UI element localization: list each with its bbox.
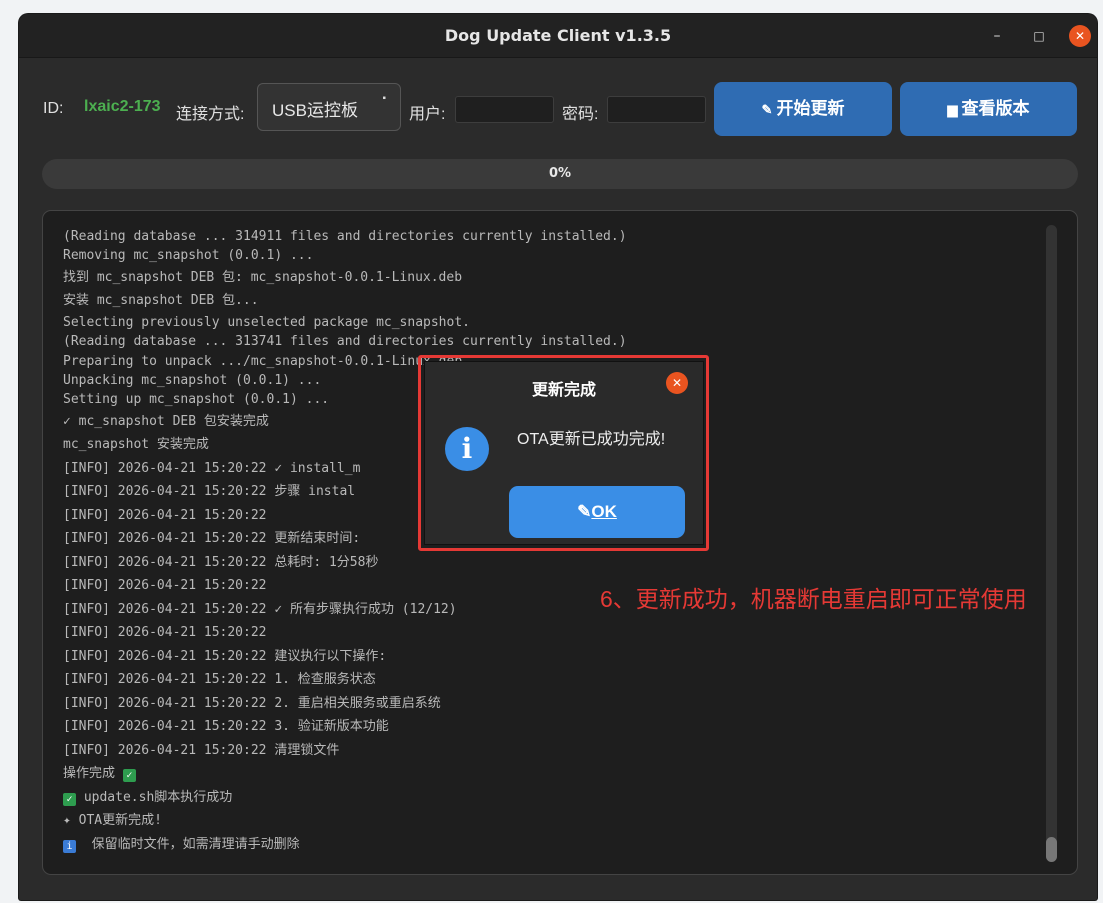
check-icon: ✓: [63, 792, 76, 806]
info-icon: i: [445, 427, 489, 471]
dialog-title: 更新完成: [531, 382, 596, 399]
progress-text: 0%: [548, 166, 572, 181]
log-line-keep-tmp: i 保留临时文件，如需清理请手动删除: [63, 833, 1043, 857]
connection-select-value: USB运控板: [272, 101, 358, 120]
minimize-button[interactable]: –: [986, 25, 1008, 47]
script-ok-text: update.sh脚本执行成功: [83, 789, 233, 805]
log-line: [INFO] 2026-04-21 15:20:22 总耗时: 1分58秒: [63, 554, 379, 570]
log-line: (Reading database ... 313741 files and d…: [63, 334, 627, 350]
log-line: (Reading database ... 314911 files and d…: [63, 229, 627, 244]
log-line: [INFO] 2026-04-21 15:20:22 1. 检查服务状态: [63, 672, 376, 688]
log-line-done: 操作完成 ✓: [63, 762, 1043, 786]
user-input[interactable]: [455, 96, 554, 123]
maximize-button[interactable]: □: [1028, 25, 1050, 47]
check-icon: ✓: [122, 769, 136, 783]
password-label: 密码:: [562, 106, 599, 123]
ok-button[interactable]: ✎OK: [509, 486, 685, 538]
connection-select[interactable]: USB运控板 ▪: [257, 83, 401, 131]
ok-icon: ✎: [577, 502, 592, 521]
ok-label: OK: [591, 502, 617, 521]
password-input[interactable]: [607, 96, 706, 123]
view-version-button[interactable]: ▆ 查看版本: [900, 82, 1077, 136]
annotation-text: 6、更新成功，机器断电重启即可正常使用: [600, 586, 1027, 612]
log-line: [INFO] 2026-04-21 15:20:22 建议执行以下操作:: [63, 648, 387, 664]
log-line: Removing mc_snapshot (0.0.1) ...: [63, 248, 314, 264]
pencil-icon: ✎: [761, 102, 773, 117]
toolbar: ID: lxaic2-173 连接方式: USB运控板 ▪ 用户: 密码: ✎ 开…: [19, 59, 1097, 155]
start-update-button[interactable]: ✎ 开始更新: [714, 82, 892, 136]
log-line: [INFO] 2026-04-21 15:20:22 清理锁文件: [63, 742, 340, 758]
keep-tmp-text: 保留临时文件，如需清理请手动删除: [91, 836, 300, 852]
id-label: ID:: [43, 100, 64, 117]
dialog-message: OTA更新已成功完成!: [517, 431, 666, 448]
log-line: 安装 mc_snapshot DEB 包...: [63, 293, 259, 309]
log-line: 找到 mc_snapshot DEB 包: mc_snapshot-0.0.1-…: [63, 269, 463, 285]
start-update-label: 开始更新: [776, 99, 845, 118]
log-line: [INFO] 2026-04-21 15:20:22 3. 验证新版本功能: [63, 719, 389, 735]
dropdown-arrow-icon: ▪: [382, 93, 386, 104]
log-scrollbar-thumb[interactable]: [1046, 837, 1057, 862]
log-scrollbar[interactable]: [1046, 225, 1057, 862]
close-button[interactable]: ✕: [1069, 25, 1091, 47]
window-title: Dog Update Client v1.3.5: [444, 26, 672, 45]
dialog-close-button[interactable]: ✕: [666, 372, 688, 394]
log-line: [INFO] 2026-04-21 15:20:22: [63, 625, 267, 641]
ota-done-text: OTA更新完成!: [78, 813, 162, 829]
done-text: 操作完成: [63, 766, 116, 782]
user-label: 用户:: [409, 106, 446, 123]
log-line-ota-done: ✦ OTA更新完成!: [63, 809, 1043, 833]
connection-label: 连接方式:: [176, 106, 245, 123]
title-bar: Dog Update Client v1.3.5 – □ ✕: [19, 14, 1097, 58]
device-id-value: lxaic2-173: [84, 98, 161, 115]
view-version-label: 查看版本: [961, 99, 1030, 118]
info-square-icon: i: [63, 839, 76, 853]
log-line: [INFO] 2026-04-21 15:20:22 2. 重启相关服务或重启系…: [63, 695, 441, 711]
log-line-script-ok: ✓ update.sh脚本执行成功: [63, 786, 1043, 810]
update-complete-dialog: 更新完成 ✕ i OTA更新已成功完成! ✎OK: [424, 361, 704, 545]
party-icon: ✦: [63, 813, 71, 829]
trash-icon: ▆: [947, 102, 958, 117]
log-line: Selecting previously unselected package …: [63, 314, 470, 330]
progress-bar: 0%: [42, 159, 1078, 189]
